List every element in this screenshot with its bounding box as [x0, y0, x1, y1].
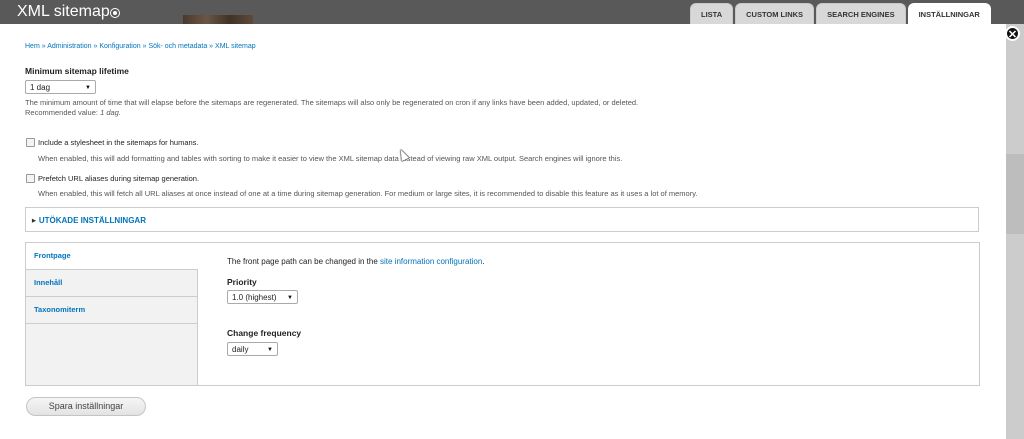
tab-search-engines[interactable]: SEARCH ENGINES: [816, 3, 906, 24]
advanced-settings-fieldset: ▶ UTÖKADE INSTÄLLNINGAR: [25, 207, 979, 232]
tab-lista[interactable]: LISTA: [690, 3, 734, 24]
changefreq-label: Change frequency: [227, 328, 302, 338]
breadcrumb-hem[interactable]: Hem: [25, 43, 40, 50]
overlay-background: [1006, 24, 1024, 439]
stylesheet-label: Include a stylesheet in the sitemaps for…: [38, 138, 199, 147]
breadcrumb-xml-sitemap[interactable]: XML sitemap: [215, 43, 256, 50]
vertical-tabs: Frontpage Innehåll Taxonomiterm The fron…: [25, 242, 980, 386]
site-information-link[interactable]: site information configuration: [380, 257, 482, 266]
lifetime-description: The minimum amount of time that will ela…: [25, 98, 639, 117]
shortcut-icon[interactable]: [110, 8, 120, 18]
triangle-right-icon: ▶: [32, 218, 36, 224]
vtab-taxonomiterm[interactable]: Taxonomiterm: [26, 297, 197, 324]
save-button[interactable]: Spara inställningar: [26, 397, 146, 416]
settings-panel: Hem » Administration » Konfiguration » S…: [0, 24, 1006, 439]
breadcrumb-sok-metadata[interactable]: Sök- och metadata: [148, 43, 207, 50]
lifetime-select[interactable]: 1 dag ▼: [25, 80, 96, 94]
vertical-tab-list: Frontpage Innehåll Taxonomiterm: [26, 243, 198, 385]
stylesheet-checkbox[interactable]: [26, 138, 35, 147]
changefreq-value: daily: [232, 345, 249, 354]
chevron-down-icon: ▼: [267, 347, 273, 353]
prefetch-description: When enabled, this will fetch all URL al…: [38, 189, 698, 198]
lifetime-value: 1 dag: [30, 83, 51, 92]
background-image: [183, 15, 253, 24]
chevron-down-icon: ▼: [85, 85, 91, 91]
page-title: XML sitemap: [17, 3, 110, 20]
priority-label: Priority: [227, 277, 257, 287]
breadcrumb: Hem » Administration » Konfiguration » S…: [25, 43, 256, 50]
prefetch-checkbox[interactable]: [26, 174, 35, 183]
tab-installningar[interactable]: INSTÄLLNINGAR: [907, 3, 991, 25]
prefetch-label: Prefetch URL aliases during sitemap gene…: [38, 174, 200, 183]
advanced-settings-toggle[interactable]: ▶ UTÖKADE INSTÄLLNINGAR: [32, 216, 146, 225]
priority-select[interactable]: 1.0 (highest) ▼: [227, 290, 298, 304]
close-icon[interactable]: ✕: [1005, 26, 1020, 41]
vtab-innehall[interactable]: Innehåll: [26, 270, 197, 297]
breadcrumb-administration[interactable]: Administration: [47, 43, 91, 50]
stylesheet-description: When enabled, this will add formatting a…: [38, 154, 623, 163]
toolbar: XML sitemap LISTA CUSTOM LINKS SEARCH EN…: [0, 0, 1024, 25]
lifetime-label: Minimum sitemap lifetime: [25, 66, 129, 76]
priority-value: 1.0 (highest): [232, 293, 277, 302]
frontpage-description: The front page path can be changed in th…: [227, 257, 485, 266]
vtab-frontpage[interactable]: Frontpage: [26, 243, 198, 270]
tab-custom-links[interactable]: CUSTOM LINKS: [735, 3, 815, 24]
changefreq-select[interactable]: daily ▼: [227, 342, 278, 356]
primary-tabs: LISTA CUSTOM LINKS SEARCH ENGINES INSTÄL…: [690, 3, 991, 25]
breadcrumb-konfiguration[interactable]: Konfiguration: [99, 43, 140, 50]
chevron-down-icon: ▼: [287, 295, 293, 301]
